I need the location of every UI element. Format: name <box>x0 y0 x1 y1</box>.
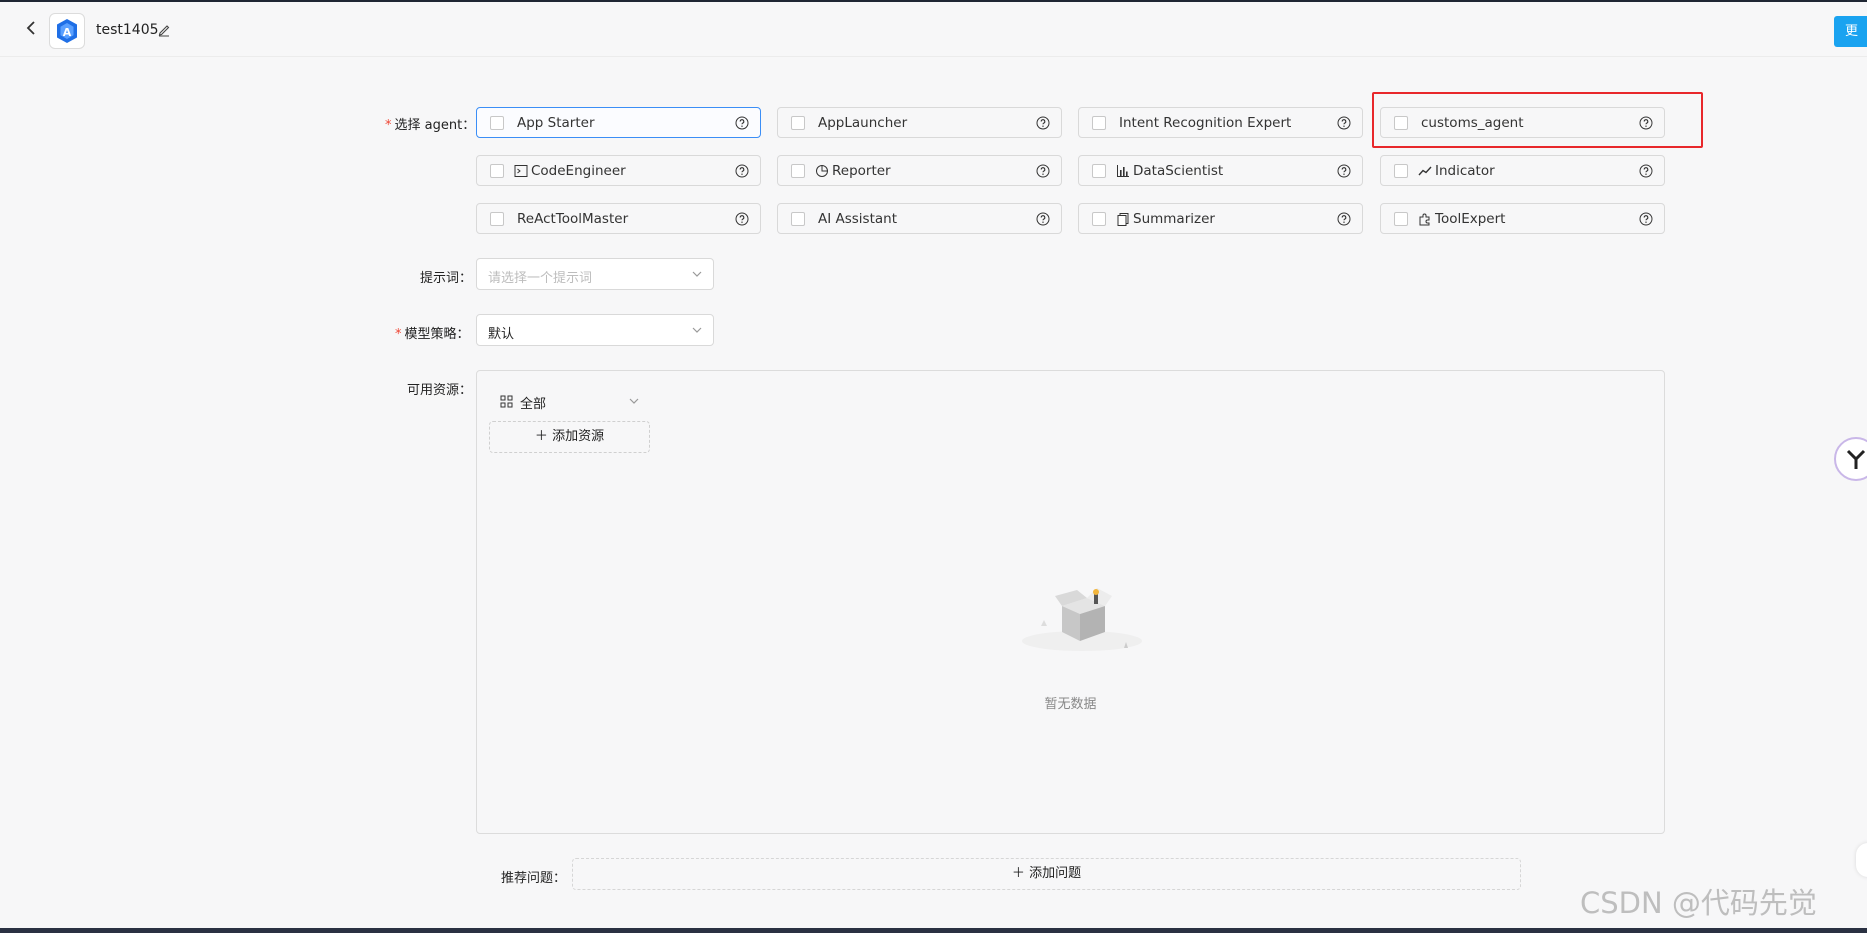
add-question-label: 添加问题 <box>1029 866 1082 881</box>
agent-option[interactable]: App Starter <box>476 107 761 138</box>
resources-label-text: 可用资源 <box>407 383 460 398</box>
resource-filter-value: 全部 <box>520 397 547 412</box>
agent-option-label: ReActToolMaster <box>517 211 629 227</box>
resource-filter-select[interactable]: 全部 <box>500 393 640 413</box>
help-question-icon[interactable] <box>1337 163 1351 178</box>
chevron-down-icon <box>691 324 703 336</box>
pie-chart-icon <box>815 163 829 177</box>
plus-icon: ＋ <box>534 429 548 444</box>
agent-checkbox[interactable] <box>791 116 805 130</box>
add-resource-label: 添加资源 <box>552 429 605 444</box>
agent-option[interactable]: ReActToolMaster <box>476 203 761 234</box>
agent-option-label: Summarizer <box>1133 211 1215 227</box>
agent-option[interactable]: ToolExpert <box>1380 203 1665 234</box>
terminal-icon <box>514 163 528 177</box>
help-question-icon[interactable] <box>735 163 749 178</box>
add-question-button[interactable]: ＋ 添加问题 <box>572 858 1521 890</box>
agent-checkbox[interactable] <box>490 116 504 130</box>
agent-option[interactable]: Indicator <box>1380 155 1665 186</box>
top-bar: A test1405 更 <box>0 0 1867 57</box>
empty-state-text: 暂无数据 <box>1044 697 1097 712</box>
required-marker: * <box>395 327 402 342</box>
app-logo-icon: A <box>49 13 85 49</box>
agent-checkbox[interactable] <box>1092 164 1106 178</box>
agent-option[interactable]: AppLauncher <box>777 107 1062 138</box>
help-question-icon[interactable] <box>1639 211 1653 226</box>
agent-checkbox[interactable] <box>1394 164 1408 178</box>
agent-option-label: ToolExpert <box>1435 211 1506 227</box>
puzzle-icon <box>1418 211 1432 226</box>
model-select[interactable]: 默认 <box>476 314 714 346</box>
grid-apps-icon <box>500 395 513 412</box>
help-question-icon[interactable] <box>1639 163 1653 178</box>
agent-option-label: AppLauncher <box>818 115 908 131</box>
back-arrow-icon[interactable] <box>22 18 42 38</box>
agent-option-label: AI Assistant <box>818 211 898 227</box>
model-label-text: 模型策略 <box>404 327 457 342</box>
agent-option-label: Reporter <box>832 163 891 179</box>
agent-option-label: App Starter <box>517 115 595 131</box>
floating-side-handle[interactable] <box>1856 843 1867 877</box>
copy-icon <box>1116 211 1130 226</box>
help-question-icon[interactable] <box>1337 211 1351 226</box>
app-name: test1405 <box>96 22 159 38</box>
agent-option-label: DataScientist <box>1133 163 1224 179</box>
help-question-icon[interactable] <box>1036 163 1050 178</box>
prompt-select[interactable]: 请选择一个提示词 <box>476 258 714 290</box>
agent-option[interactable]: DataScientist <box>1078 155 1363 186</box>
prompt-field-label: 提示词： <box>420 271 473 286</box>
questions-label-text: 推荐问题 <box>501 871 554 886</box>
agent-option[interactable]: Summarizer <box>1078 203 1363 234</box>
agent-option[interactable]: CodeEngineer <box>476 155 761 186</box>
watermark: CSDN @代码先觉 <box>1580 886 1817 920</box>
model-field-label: * 模型策略： <box>395 327 470 342</box>
agent-option-label: CodeEngineer <box>531 163 626 179</box>
model-select-value: 默认 <box>488 327 515 342</box>
line-chart-icon <box>1418 163 1432 177</box>
plus-icon: ＋ <box>1011 866 1025 881</box>
agent-option-label: Indicator <box>1435 163 1495 179</box>
agent-checkbox[interactable] <box>1092 212 1106 226</box>
agent-checkbox[interactable] <box>1092 116 1106 130</box>
agent-field-label: * 选择 agent： <box>385 118 476 133</box>
empty-box-illustration <box>1017 566 1147 670</box>
chevron-down-icon <box>628 395 640 411</box>
agent-option-label: Intent Recognition Expert <box>1119 115 1292 131</box>
agent-checkbox[interactable] <box>791 164 805 178</box>
prompt-select-placeholder: 请选择一个提示词 <box>488 271 593 286</box>
floating-assistant-icon[interactable] <box>1834 437 1867 481</box>
agent-checkbox[interactable] <box>1394 212 1408 226</box>
agent-checkbox[interactable] <box>791 212 805 226</box>
help-question-icon[interactable] <box>735 211 749 226</box>
agent-option[interactable]: AI Assistant <box>777 203 1062 234</box>
help-question-icon[interactable] <box>1036 115 1050 130</box>
help-question-icon[interactable] <box>1337 115 1351 130</box>
agent-checkbox[interactable] <box>490 212 504 226</box>
update-button[interactable]: 更 <box>1834 16 1867 47</box>
resources-panel: 全部 ＋ 添加资源 暂无数据 <box>476 370 1665 834</box>
questions-field-label: 推荐问题： <box>501 871 567 886</box>
prompt-label-text: 提示词 <box>420 271 460 286</box>
svg-text:A: A <box>63 26 72 39</box>
edit-pencil-icon[interactable] <box>157 22 171 37</box>
chevron-down-icon <box>691 268 703 280</box>
agent-label-text: 选择 agent <box>394 118 463 133</box>
agent-checkbox[interactable] <box>490 164 504 178</box>
add-resource-button[interactable]: ＋ 添加资源 <box>489 421 650 453</box>
resources-field-label: 可用资源： <box>407 383 473 398</box>
agent-option[interactable]: Reporter <box>777 155 1062 186</box>
help-question-icon[interactable] <box>735 115 749 130</box>
highlight-annotation <box>1372 92 1703 148</box>
bar-chart-icon <box>1116 163 1130 177</box>
required-marker: * <box>385 118 392 133</box>
help-question-icon[interactable] <box>1036 211 1050 226</box>
taskbar-strip <box>0 928 1867 933</box>
agent-option[interactable]: Intent Recognition Expert <box>1078 107 1363 138</box>
